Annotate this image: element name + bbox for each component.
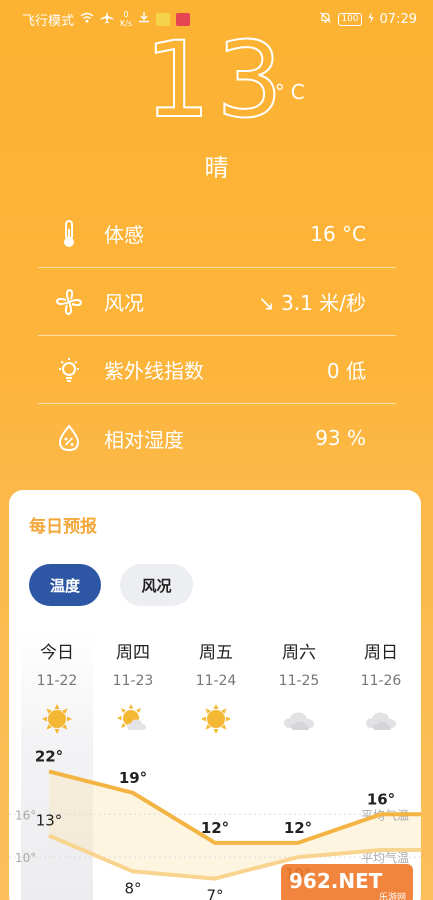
high-temperature-label: 12° [201,819,229,837]
watermark-subtext: 乐游网 [379,891,406,900]
forecast-day[interactable]: 今日 11-22 [17,638,97,735]
fan-icon [54,287,84,317]
low-temperature-label: 8° [124,879,141,897]
clock: 07:29 [379,11,417,27]
detail-label: 相对湿度 [104,427,184,452]
forecast-day[interactable]: 周六 11-25 [259,638,339,735]
day-date: 11-22 [36,673,78,689]
humidity-drop-icon [54,423,84,453]
forecast-day[interactable]: 周四 11-23 [93,638,173,735]
day-date: 11-24 [195,673,237,689]
tab-wind[interactable]: 风况 [120,564,193,606]
day-date: 11-26 [360,673,402,689]
detail-label: 紫外线指数 [104,359,204,383]
temperature-unit: °C [274,80,311,104]
detail-row-humidity: 相对湿度 93 % [38,404,396,472]
detail-label: 风况 [104,291,144,315]
detail-value: 16 °C [310,221,366,246]
day-name: 周日 [364,643,398,663]
detail-row-wind: 风况 ↘ 3.1 米/秒 [38,268,396,336]
forecast-title: 每日预报 [29,517,97,537]
current-temperature-block: 13 °C [0,27,433,133]
charging-icon [368,11,374,27]
airplane-icon [100,11,114,28]
cloudy-icon [281,703,317,735]
detail-value: 93 % [315,426,366,450]
high-temperature-label: 12° [284,819,312,837]
detail-row-uv: 紫外线指数 0 低 [38,336,396,404]
sunny-icon [39,703,75,735]
day-name: 今日 [40,643,74,663]
daily-forecast-card: 每日预报 温度 风况 今日 11-22 周四 11-23 周五 11-24 周六… [9,490,421,900]
watermark-logo: 962.NET 乐游网 [281,864,413,900]
reference-tick-label: 16° [15,808,36,822]
thermometer-icon [54,219,84,249]
day-date: 11-23 [112,673,154,689]
detail-row-feels-like: 体感 16 °C [38,200,396,268]
detail-label: 体感 [104,223,144,247]
low-temperature-label: 13° [36,812,63,830]
tab-temperature[interactable]: 温度 [29,564,101,606]
day-name: 周五 [199,643,233,663]
watermark-text: 962.NET [289,869,383,893]
detail-value: 0 低 [326,359,366,383]
partly-cloudy-icon [115,703,151,735]
current-condition: 晴 [204,154,229,182]
high-temperature-label: 22° [35,747,63,765]
day-date: 11-25 [278,673,320,689]
network-speed: 0 K/s [120,10,133,28]
forecast-day[interactable]: 周五 11-24 [176,638,256,735]
airplane-mode-label: 飞行模式 [22,13,75,29]
reference-tick-label: 10° [15,851,36,865]
mute-bell-icon [319,11,332,28]
high-temperature-label: 19° [119,769,147,787]
sun-uv-icon [54,355,84,385]
sunny-icon [198,703,234,735]
forecast-day[interactable]: 周日 11-26 [341,638,421,735]
low-temperature-label: 7° [206,887,223,900]
wifi-icon [80,12,94,27]
cloudy-icon [363,703,399,735]
current-temperature: 13 °C [143,27,304,133]
detail-value: ↘ 3.1 米/秒 [257,291,366,315]
day-name: 周六 [282,643,316,663]
weather-details: 体感 16 °C 风况 ↘ 3.1 米/秒 紫外线指数 0 低 相对湿度 93 … [38,200,396,472]
battery-indicator: 100 [338,12,362,26]
day-name: 周四 [116,643,150,663]
high-temperature-label: 16° [367,790,395,808]
